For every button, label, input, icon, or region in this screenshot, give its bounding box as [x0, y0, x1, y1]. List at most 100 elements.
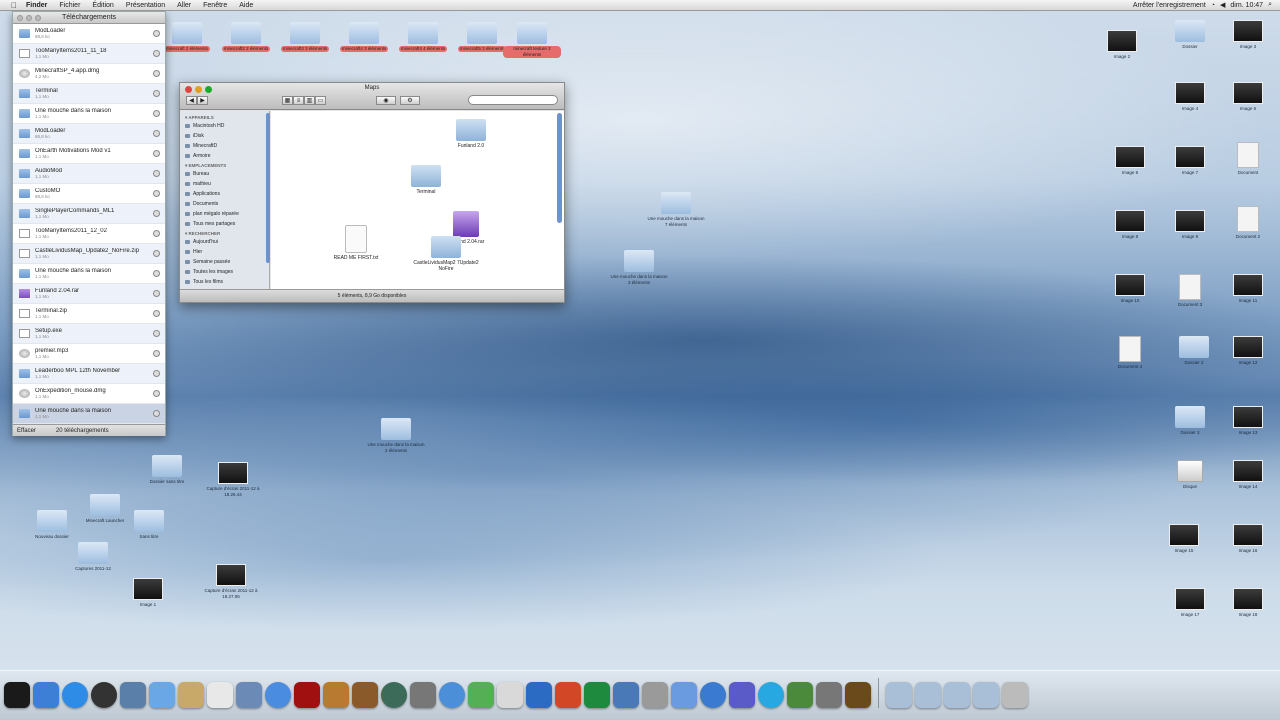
download-item[interactable]: Une mouche dans la maison 1,1 Mo [13, 264, 165, 284]
menu-aide[interactable]: Aide [233, 2, 259, 9]
desktop-icon[interactable]: Image 3 [1219, 20, 1277, 50]
sidebar-item[interactable]: Armoire [180, 151, 269, 161]
desktop-icon[interactable]: Image 18 [1219, 588, 1277, 618]
menu-edition[interactable]: Édition [86, 2, 119, 9]
download-item[interactable]: TooManyItems2011_12_02 1,1 Mo [13, 224, 165, 244]
word-dock-icon[interactable] [526, 682, 552, 708]
downloads-titlebar[interactable]: Téléchargements [13, 12, 165, 24]
download-item[interactable]: Terminal 1,1 Mo [13, 84, 165, 104]
download-item[interactable]: ModLoader 88,8 ko [13, 124, 165, 144]
clear-button[interactable]: Effacer [17, 428, 36, 434]
sidebar-item[interactable]: Semaine passée [180, 257, 269, 267]
sidebar-item[interactable]: Applications [180, 189, 269, 199]
sidebar-item[interactable]: Tous les films [180, 277, 269, 287]
reveal-in-finder-icon[interactable] [153, 330, 160, 337]
coverflow-view-icon[interactable]: ▭ [315, 96, 326, 105]
utility-dock-icon[interactable] [816, 682, 842, 708]
desktop-icon[interactable]: minecraft2 2 éléments [217, 22, 275, 52]
sidebar-item[interactable]: Hier [180, 247, 269, 257]
reveal-in-finder-icon[interactable] [153, 190, 160, 197]
system-preferences-dock-icon[interactable] [410, 682, 436, 708]
menu-app-finder[interactable]: Finder [20, 2, 53, 9]
desktop-icon[interactable]: Image 12 [1219, 336, 1277, 366]
reveal-in-finder-icon[interactable] [153, 90, 160, 97]
gear-icon[interactable]: ⚙ [400, 96, 420, 105]
reveal-in-finder-icon[interactable] [153, 110, 160, 117]
finder-dock-icon[interactable] [33, 682, 59, 708]
download-item[interactable]: Une mouche dans la maison 1,1 Mo [13, 104, 165, 124]
desktop-icon[interactable]: Captures 2011-12 [64, 542, 122, 572]
finder-item[interactable]: CastleLividusMap2 7Update2 NoFire [411, 236, 481, 272]
download-item[interactable]: ModLoader 88,8 ko [13, 24, 165, 44]
desktop-icon[interactable]: Image 16 [1219, 524, 1277, 554]
reveal-in-finder-icon[interactable] [153, 310, 160, 317]
applications-stack-icon[interactable] [886, 682, 912, 708]
download-item[interactable]: Terminal.zip 1,1 Mo [13, 304, 165, 324]
reveal-in-finder-icon[interactable] [153, 210, 160, 217]
download-item[interactable]: MinecraftSP_4.app.dmg 4,2 Mo [13, 64, 165, 84]
desktop-icon[interactable]: Dossier sans titre [138, 455, 196, 485]
finder-item[interactable]: READ ME FIRST.txt [321, 225, 391, 261]
facetime-dock-icon[interactable] [149, 682, 175, 708]
list-view-icon[interactable]: ≡ [293, 96, 304, 105]
desktop-icon[interactable]: minecraft 2 éléments [158, 22, 216, 52]
desktop-icon[interactable]: Document [1219, 142, 1277, 176]
finder-item[interactable]: Terminal [391, 165, 461, 195]
imovie-dock-icon[interactable] [729, 682, 755, 708]
desktop-icon[interactable]: minecraft4 4 éléments [394, 22, 452, 52]
sidebar-scrollbar[interactable] [266, 113, 270, 263]
download-item[interactable]: CustoMO 88,8 ko [13, 184, 165, 204]
desktop-icon[interactable]: Image 1 [119, 578, 177, 608]
photo-booth-dock-icon[interactable] [294, 682, 320, 708]
desktop-icon[interactable]: Image 2 [1093, 30, 1151, 60]
iphoto-dock-icon[interactable] [236, 682, 262, 708]
documents-stack-icon[interactable] [915, 682, 941, 708]
wifi-icon[interactable]: ◔ [1211, 2, 1215, 9]
desktop-icon[interactable]: Une mouche dans la maison 3 éléments [610, 250, 668, 286]
itunes-dock-icon[interactable] [265, 682, 291, 708]
desktop-icon[interactable]: Disque [1161, 460, 1219, 490]
garageband-dock-icon[interactable] [352, 682, 378, 708]
reveal-in-finder-icon[interactable] [153, 410, 160, 417]
download-item[interactable]: premier.mp3 1,1 Mo [13, 344, 165, 364]
desktop-icon[interactable]: minecraft4 3 éléments [335, 22, 393, 52]
reveal-in-finder-icon[interactable] [153, 170, 160, 177]
reveal-in-finder-icon[interactable] [153, 230, 160, 237]
skype-dock-icon[interactable] [758, 682, 784, 708]
downloads-stack-icon[interactable] [944, 682, 970, 708]
desktop-icon[interactable]: Image 8 [1101, 210, 1159, 240]
time-machine-dock-icon[interactable] [381, 682, 407, 708]
app-store-dock-icon[interactable] [62, 682, 88, 708]
desktop-icon[interactable]: Dossier 3 [1161, 406, 1219, 436]
download-item[interactable]: OnExpedition_mouse.dmg 1,1 Mo [13, 384, 165, 404]
menu-aller[interactable]: Aller [171, 2, 197, 9]
desktop-icon[interactable]: Dossier [1161, 20, 1219, 50]
powerpoint-dock-icon[interactable] [555, 682, 581, 708]
desktop-icon[interactable]: Image 14 [1219, 460, 1277, 490]
menu-fichier[interactable]: Fichier [53, 2, 86, 9]
dashboard-dock-icon[interactable] [91, 682, 117, 708]
download-item[interactable]: Setup.exe 1,1 Mo [13, 324, 165, 344]
sidebar-item[interactable]: Bureau [180, 169, 269, 179]
sidebar-item[interactable]: Toutes les images [180, 267, 269, 277]
terminal-dock-icon[interactable] [4, 682, 30, 708]
excel-dock-icon[interactable] [584, 682, 610, 708]
reveal-in-finder-icon[interactable] [153, 290, 160, 297]
reveal-in-finder-icon[interactable] [153, 150, 160, 157]
preview-dock-icon[interactable] [120, 682, 146, 708]
tools-dock-icon[interactable] [642, 682, 668, 708]
reveal-in-finder-icon[interactable] [153, 70, 160, 77]
game-dock-icon[interactable] [845, 682, 871, 708]
sidebar-item[interactable]: MinecraftD [180, 141, 269, 151]
sidebar-item[interactable]: iDisk [180, 131, 269, 141]
clock[interactable]: dim. 10:47 [1230, 2, 1263, 9]
stop-recording-item[interactable]: Arrêter l'enregistrement [1133, 2, 1206, 9]
desktop-icon[interactable]: Sans titre [120, 510, 178, 540]
safari-dock-icon[interactable] [439, 682, 465, 708]
reveal-in-finder-icon[interactable] [153, 390, 160, 397]
network-dock-icon[interactable] [613, 682, 639, 708]
desktop-icon[interactable]: Une mouche dans la maison 7 éléments [647, 192, 705, 228]
desktop-icon[interactable]: Capture d'écran 2011-12 à 18.27.06 [202, 564, 260, 600]
menu-fenetre[interactable]: Fenêtre [197, 2, 233, 9]
desktop-icon[interactable]: Document 3 [1161, 274, 1219, 308]
